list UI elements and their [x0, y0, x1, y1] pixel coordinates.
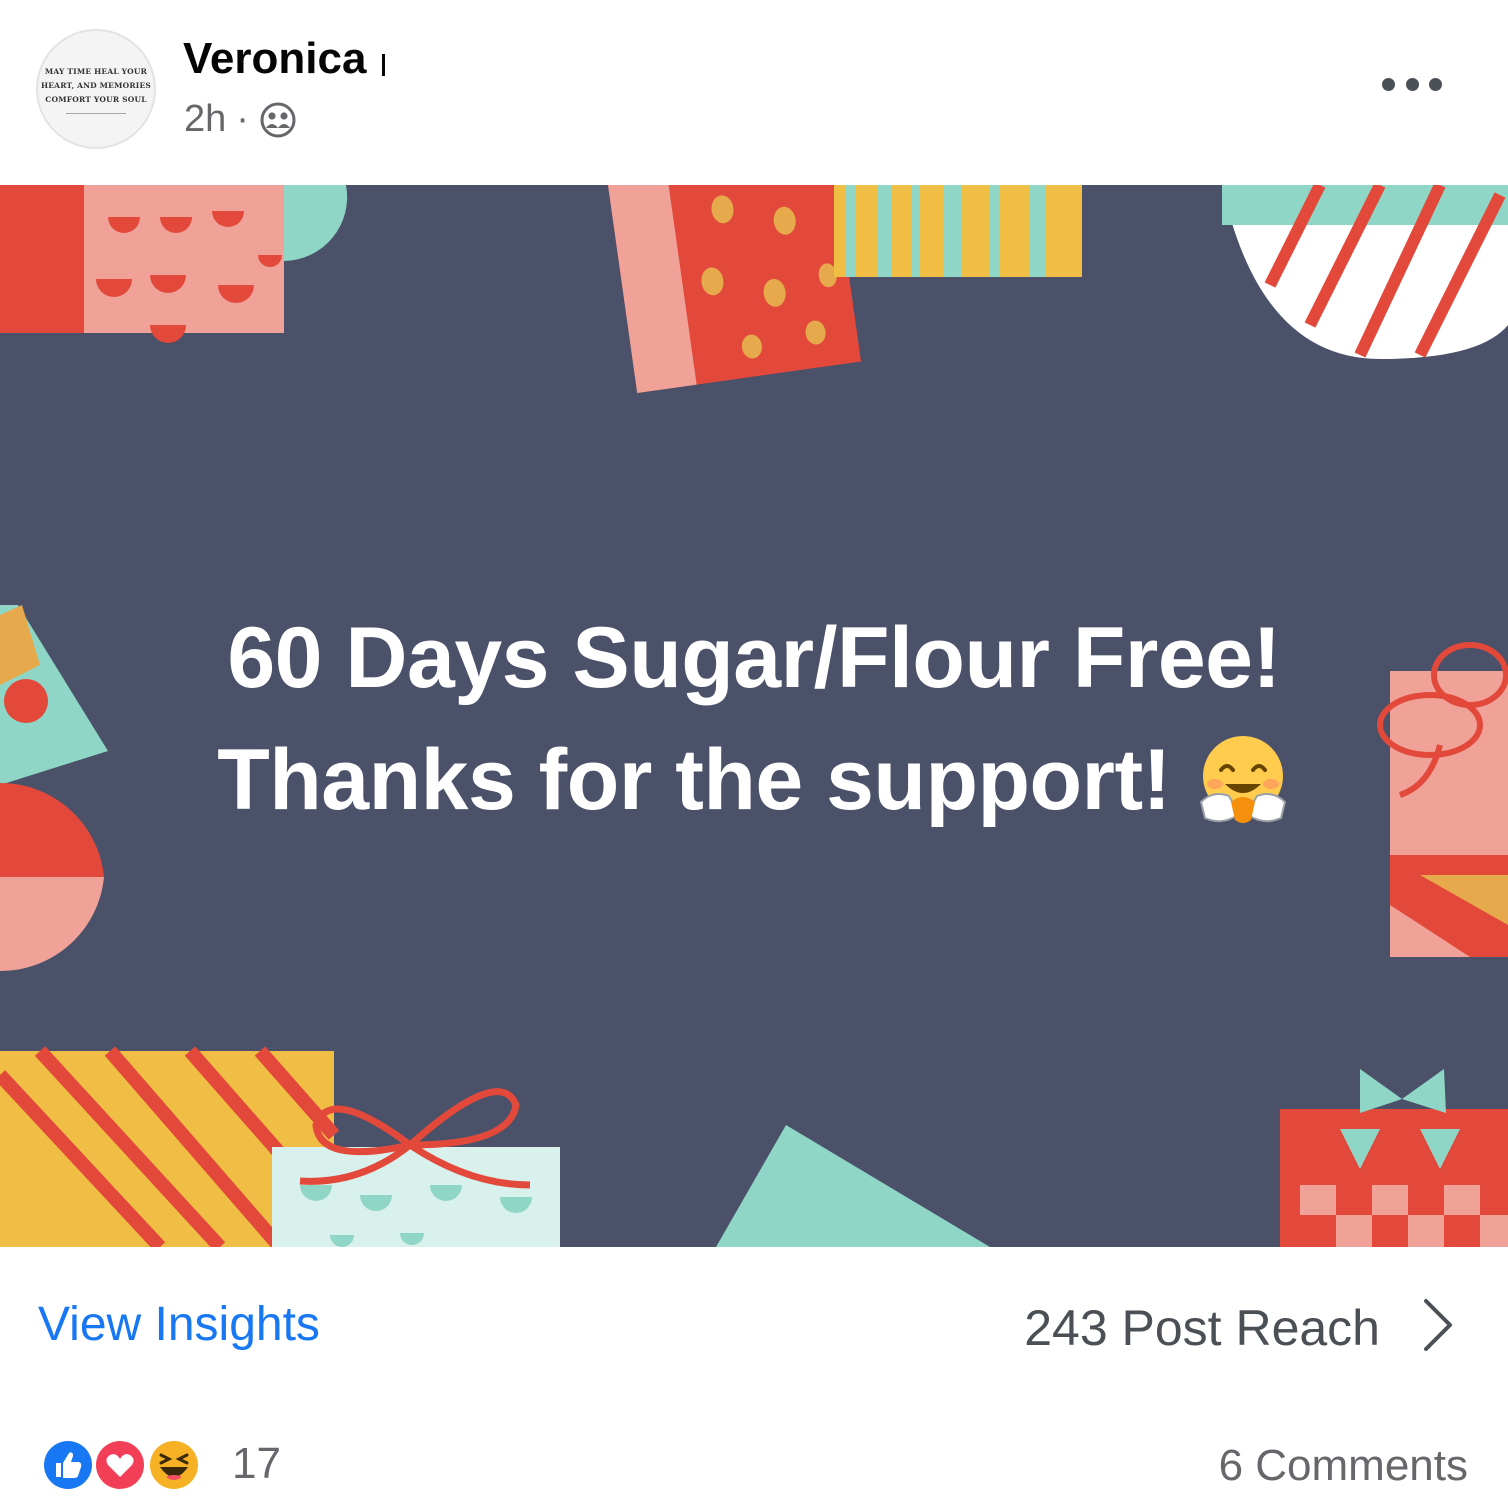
love-icon — [93, 1438, 147, 1492]
reactions-summary[interactable] — [40, 1437, 210, 1493]
reaction-count[interactable]: 17 — [232, 1439, 281, 1489]
post-header: MAY TIME HEAL YOUR HEART, AND MEMORIES C… — [0, 0, 1508, 185]
post-text-line-2-row: Thanks for the support! — [217, 719, 1291, 841]
more-options-icon[interactable] — [1382, 68, 1442, 100]
post-meta: 2h · — [184, 98, 297, 141]
comments-count[interactable]: 6 Comments — [1219, 1441, 1468, 1491]
avatar-divider — [66, 112, 126, 114]
like-icon — [41, 1438, 95, 1492]
avatar-text-line: COMFORT YOUR SOUL — [45, 94, 147, 104]
dot-icon — [1382, 77, 1395, 91]
post-text-line-1: 60 Days Sugar/Flour Free! — [227, 610, 1281, 706]
author-name[interactable]: Veronica — [183, 34, 366, 84]
post-timestamp[interactable]: 2h — [184, 98, 226, 141]
friends-icon[interactable] — [259, 101, 297, 139]
reactions-row: 17 6 Comments — [0, 1407, 1508, 1492]
meta-separator: · — [236, 98, 249, 140]
view-insights-link[interactable]: View Insights — [38, 1297, 320, 1352]
hugging-face-emoji — [1199, 736, 1286, 823]
dot-icon — [1429, 77, 1442, 91]
haha-icon — [147, 1438, 201, 1492]
post-image-text: 60 Days Sugar/Flour Free! Thanks for the… — [0, 185, 1508, 1247]
insights-row: View Insights 243 Post Reach — [0, 1247, 1508, 1407]
post-reach-link[interactable]: 243 Post Reach — [1024, 1299, 1380, 1357]
avatar[interactable]: MAY TIME HEAL YOUR HEART, AND MEMORIES C… — [36, 29, 156, 149]
post-image[interactable]: 60 Days Sugar/Flour Free! Thanks for the… — [0, 185, 1508, 1247]
avatar-text-line: MAY TIME HEAL YOUR — [44, 66, 148, 76]
text-cursor — [382, 54, 385, 76]
post-text-line-2: Thanks for the support! — [217, 732, 1171, 828]
avatar-text-line: HEART, AND MEMORIES — [40, 80, 152, 90]
dot-icon — [1405, 77, 1419, 91]
chevron-right-icon[interactable] — [1418, 1295, 1458, 1355]
